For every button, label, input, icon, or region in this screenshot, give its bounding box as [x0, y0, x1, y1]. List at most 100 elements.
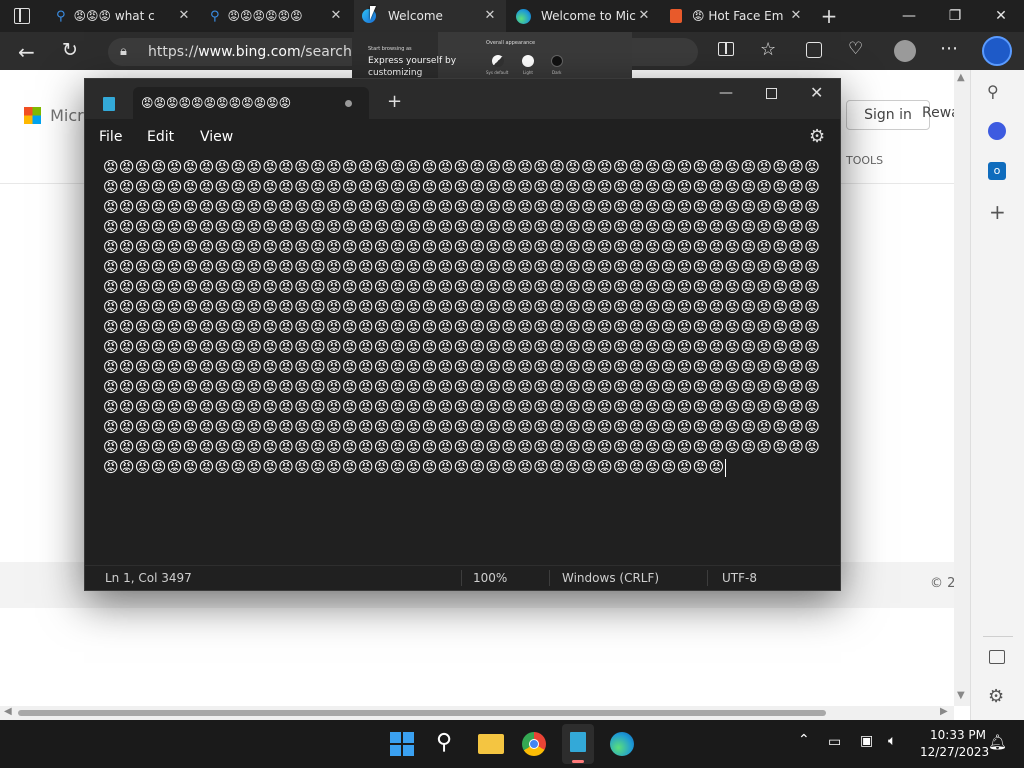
- menu-view[interactable]: View: [200, 129, 233, 145]
- tab-title: 😡😡😡😡😡😡: [227, 9, 303, 23]
- microsoft-logo[interactable]: Micro: [24, 105, 93, 125]
- vertical-scrollbar[interactable]: ▲ ▼: [954, 70, 970, 706]
- url-scheme: https://: [148, 44, 199, 60]
- notepad-tab-title: 😡😡😡😡😡😡😡😡😡😡😡😡: [141, 96, 292, 110]
- preview-option-label: Sys default: [486, 70, 509, 75]
- url-host: www.bing.com: [198, 44, 301, 60]
- minimize-button[interactable]: —: [719, 85, 733, 101]
- status-cursor-position: Ln 1, Col 3497: [105, 571, 192, 585]
- restore-button[interactable]: ❐: [932, 0, 978, 32]
- new-tab-button[interactable]: +: [387, 93, 402, 111]
- copilot-icon[interactable]: [982, 36, 1012, 66]
- notepad-text-area[interactable]: 😡😡😡😡😡😡😡😡😡😡😡😡😡😡😡😡😡😡😡😡😡😡😡😡😡😡😡😡😡😡😡😡😡😡😡😡😡😡😡😡…: [103, 157, 825, 557]
- sidebar-settings-icon[interactable]: ⚙: [988, 686, 1004, 707]
- search-icon: ⚲: [56, 8, 66, 24]
- notepad-menubar: File Edit View ⚙: [85, 119, 840, 157]
- profile-avatar[interactable]: [894, 40, 916, 62]
- preview-option-label: Light: [523, 70, 533, 75]
- preview-appearance-label: Overall appearance: [486, 40, 536, 46]
- preview-headline: Express yourself by customizing: [368, 56, 457, 78]
- search-icon: ⚲: [210, 8, 220, 24]
- horizontal-scrollbar[interactable]: ◀ ▶: [0, 706, 954, 720]
- menu-file[interactable]: File: [99, 129, 122, 145]
- notifications-bell-icon[interactable]: 🔔︎: [988, 733, 1007, 751]
- hide-sidebar-icon[interactable]: [989, 650, 1005, 664]
- notepad-app-icon: [103, 97, 115, 111]
- start-button[interactable]: [390, 732, 414, 756]
- more-options-icon[interactable]: ⋯: [940, 38, 959, 59]
- theme-light-icon: [522, 55, 534, 67]
- scrollbar-thumb[interactable]: [18, 710, 826, 716]
- edge-icon: [516, 8, 531, 24]
- back-icon[interactable]: ←: [18, 40, 35, 64]
- collections-icon[interactable]: [806, 42, 822, 58]
- close-window-button[interactable]: ✕: [978, 0, 1024, 32]
- tab-search-1[interactable]: ⚲ 😡😡😡 what c ✕: [48, 0, 200, 32]
- clock-time[interactable]: 10:33 PM: [930, 728, 986, 742]
- sign-in-label: Sign in: [864, 107, 912, 123]
- tab-title: Welcome: [388, 9, 443, 23]
- sidebar-divider: [983, 636, 1013, 637]
- audio-icon[interactable]: 🔈︎: [888, 733, 896, 749]
- restore-icon: ❐: [948, 8, 962, 24]
- status-zoom: 100%: [473, 571, 508, 585]
- scroll-down-arrow-icon[interactable]: ▼: [957, 690, 965, 701]
- tab-actions-icon[interactable]: [14, 8, 30, 24]
- file-explorer-icon[interactable]: [478, 734, 504, 754]
- preview-option-label: Dark: [552, 70, 562, 75]
- edge-taskbar-icon[interactable]: [610, 732, 634, 756]
- settings-gear-icon[interactable]: ⚙: [809, 126, 825, 147]
- tab-welcome-microsoft[interactable]: Welcome to Mic ✕: [508, 0, 660, 32]
- emojipedia-icon: [670, 9, 682, 23]
- minimize-button[interactable]: —: [886, 0, 932, 32]
- favorites-icon[interactable]: ☆: [760, 39, 776, 60]
- unsaved-dot-icon[interactable]: [345, 100, 352, 107]
- scroll-left-arrow-icon[interactable]: ◀: [4, 706, 12, 717]
- add-sidebar-app-icon[interactable]: +: [989, 200, 1006, 224]
- show-hidden-icons-icon[interactable]: ⌃: [798, 732, 810, 748]
- chrome-icon[interactable]: [522, 732, 546, 756]
- search-icon[interactable]: ⚲: [987, 82, 999, 101]
- network-icon[interactable]: ▭: [828, 734, 841, 750]
- tab-hot-face-emoji[interactable]: 😡 Hot Face Em ✕: [662, 0, 812, 32]
- close-window-button[interactable]: ✕: [810, 83, 823, 102]
- mouse-cursor: [370, 6, 376, 20]
- theme-dark-icon: [551, 55, 563, 67]
- notepad-window: 😡😡😡😡😡😡😡😡😡😡😡😡 + — ✕ File Edit View ⚙ 😡😡😡😡…: [84, 78, 841, 591]
- close-icon[interactable]: ✕: [482, 8, 498, 24]
- notepad-taskbar-icon[interactable]: [562, 724, 594, 764]
- clock-date[interactable]: 12/27/2023: [920, 745, 989, 759]
- copilot-sidebar-icon[interactable]: [988, 122, 1006, 140]
- status-encoding: UTF-8: [722, 571, 757, 585]
- tools-tab[interactable]: TOOLS: [846, 154, 883, 167]
- scroll-right-arrow-icon[interactable]: ▶: [940, 706, 948, 717]
- notepad-statusbar: Ln 1, Col 3497 100% Windows (CRLF) UTF-8: [85, 565, 840, 590]
- new-tab-button[interactable]: +: [818, 5, 840, 27]
- windows-taskbar: ⚲ ⌃ ▭ ▣ 🔈︎ 10:33 PM 12/27/2023 🔔︎: [0, 720, 1024, 768]
- close-icon[interactable]: ✕: [328, 8, 344, 24]
- status-line-ending: Windows (CRLF): [562, 571, 660, 585]
- scroll-up-arrow-icon[interactable]: ▲: [957, 72, 965, 83]
- maximize-button[interactable]: [766, 88, 777, 99]
- menu-edit[interactable]: Edit: [147, 129, 174, 145]
- microsoft-logo-icon: [24, 107, 41, 124]
- tab-search-2[interactable]: ⚲ 😡😡😡😡😡😡 ✕: [202, 0, 352, 32]
- close-icon[interactable]: ✕: [788, 8, 804, 24]
- close-icon: ✕: [995, 8, 1007, 24]
- theme-system-icon: [492, 55, 504, 67]
- refresh-icon[interactable]: ↻: [62, 39, 78, 61]
- lock-icon: 🔒︎: [120, 44, 127, 59]
- outlook-icon[interactable]: o: [988, 162, 1006, 180]
- tab-welcome[interactable]: Welcome ✕: [354, 0, 506, 32]
- split-screen-icon[interactable]: [718, 42, 734, 56]
- close-icon[interactable]: ✕: [176, 8, 192, 24]
- sign-in-button[interactable]: Sign in: [846, 100, 930, 130]
- browser-essentials-icon[interactable]: ♡: [848, 39, 863, 59]
- text-caret: [724, 458, 726, 477]
- search-icon[interactable]: ⚲: [436, 730, 452, 755]
- display-icon[interactable]: ▣: [860, 733, 873, 749]
- close-icon[interactable]: ✕: [636, 8, 652, 24]
- edge-sidebar: ⚲ o + ⚙: [970, 70, 1024, 720]
- tab-title: 😡😡😡 what c: [73, 9, 155, 23]
- notepad-tab[interactable]: 😡😡😡😡😡😡😡😡😡😡😡😡: [133, 87, 369, 119]
